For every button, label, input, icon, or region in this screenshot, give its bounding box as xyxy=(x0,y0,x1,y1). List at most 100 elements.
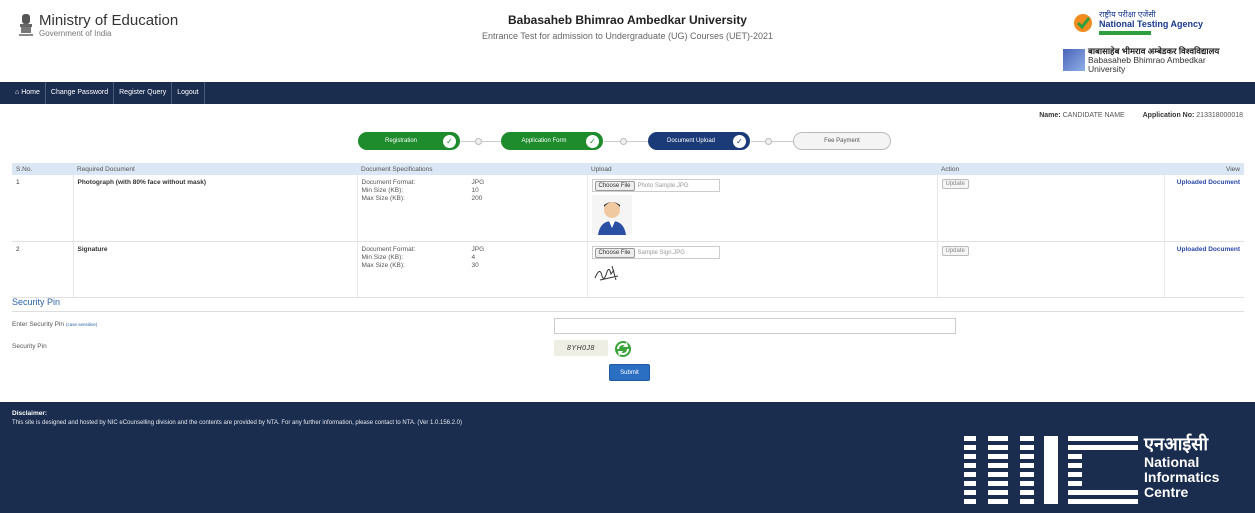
university-heading: Babasaheb Bhimrao Ambedkar University En… xyxy=(0,12,1255,43)
bbau-logo-icon xyxy=(1063,49,1085,71)
security-pin-input[interactable] xyxy=(554,318,956,334)
table-header-row: S.No. Required Document Document Specifi… xyxy=(12,163,1244,175)
step-application-form-label: Application Form xyxy=(521,138,567,144)
column-header-specifications: Document Specifications xyxy=(357,163,587,175)
row-specifications: Document Format: JPG Min Size (KB): 10 Max… xyxy=(356,175,587,242)
section-divider xyxy=(12,311,1244,312)
selected-file-name: Photo Sample.JPG xyxy=(637,182,689,189)
candidate-name-value: CANDIDATE NAME xyxy=(1062,112,1125,119)
nta-english-name: National Testing Agency xyxy=(1099,19,1204,29)
update-button[interactable]: Update xyxy=(941,246,969,256)
step-registration-label: Registration xyxy=(384,138,417,144)
step-document-upload-label: Document Upload xyxy=(666,138,716,144)
nta-tagline-bar xyxy=(1099,31,1151,35)
signature-file-input[interactable]: Choose File Sample Sign.JPG xyxy=(591,246,720,259)
column-header-upload: Upload xyxy=(587,163,937,175)
university-subtitle: Entrance Test for admission to Undergrad… xyxy=(482,31,773,41)
spec-key: Max Size (KB): xyxy=(361,262,405,269)
home-icon: ⌂ xyxy=(15,89,20,96)
nic-english-name: National Informatics Centre xyxy=(1144,455,1219,500)
step-document-upload[interactable]: Document Upload ✓ xyxy=(648,132,750,150)
photo-preview-icon xyxy=(591,195,632,235)
table-row: 1 Photograph (with 80% face without mask… xyxy=(12,175,1244,242)
row-upload: Choose File Photo Sample.JPG xyxy=(586,175,937,242)
column-header-view: View xyxy=(1164,163,1244,175)
column-header-document: Required Document xyxy=(73,163,357,175)
nta-check-logo-icon xyxy=(1074,13,1092,32)
spec-value: JPG xyxy=(471,179,485,186)
row-action: Update xyxy=(936,241,1164,298)
row-specifications: Document Format: JPG Min Size (KB): 4 Max … xyxy=(356,241,587,298)
spec-value: 10 xyxy=(471,187,479,194)
enter-security-pin-text: Enter Security Pin xyxy=(12,321,65,328)
column-header-action: Action xyxy=(937,163,1164,175)
candidate-name-label: Name: xyxy=(1039,112,1061,119)
table-row: 2 Signature Document Format: JPG Min Size… xyxy=(12,241,1244,298)
nav-home-label: Home xyxy=(21,89,40,96)
row-document-name: Photograph (with 80% face without mask) xyxy=(72,175,357,242)
disclaimer-title: Disclaimer: xyxy=(12,410,48,417)
stepper-dot xyxy=(765,138,772,145)
spec-value: 200 xyxy=(471,195,483,202)
captcha-image: 8YH0J8 xyxy=(554,340,608,356)
spec-key: Max Size (KB): xyxy=(361,195,405,202)
bbau-logo-block: बाबासाहेब भीमराव अम्बेडकर विश्वविद्यालय … xyxy=(1063,47,1219,74)
stepper-connector xyxy=(751,141,793,142)
case-sensitive-note: (case sensitive) xyxy=(66,322,98,327)
row-document-name: Signature xyxy=(72,241,357,298)
bbau-english-name-2: University xyxy=(1088,64,1126,74)
top-navigation: ⌂ Home Change Password Register Query Lo… xyxy=(0,82,1255,104)
spec-value: 30 xyxy=(471,262,479,269)
disclaimer-text: This site is designed and hosted by NIC … xyxy=(12,420,463,426)
submit-button[interactable]: Submit xyxy=(609,364,650,381)
nic-hindi-name: एनआईसी xyxy=(1144,434,1209,454)
nta-hindi-name: राष्ट्रीय परीक्षा एजेंसी xyxy=(1099,10,1156,19)
nav-logout[interactable]: Logout xyxy=(172,82,205,104)
step-application-form[interactable]: Application Form ✓ xyxy=(501,132,603,150)
photo-file-input[interactable]: Choose File Photo Sample.JPG xyxy=(591,179,720,192)
security-pin-label: Security Pin xyxy=(12,343,47,350)
update-button[interactable]: Update xyxy=(941,179,969,189)
page-footer: Disclaimer: This site is designed and ho… xyxy=(0,402,1255,513)
spec-key: Document Format: xyxy=(361,179,416,186)
check-icon: ✓ xyxy=(443,134,456,148)
row-sno: 1 xyxy=(12,175,73,242)
nav-change-password[interactable]: Change Password xyxy=(46,82,115,104)
nic-english-line-3: Centre xyxy=(1144,484,1189,500)
column-header-sno: S.No. xyxy=(12,163,73,175)
step-registration[interactable]: Registration ✓ xyxy=(358,132,460,150)
uploaded-document-link[interactable]: Uploaded Document xyxy=(1163,241,1244,298)
spec-value: 4 xyxy=(471,254,476,261)
step-fee-payment[interactable]: Fee Payment xyxy=(793,132,891,150)
nic-english-line-2: Informatics xyxy=(1144,469,1220,485)
spec-value: JPG xyxy=(471,246,485,253)
document-upload-table: S.No. Required Document Document Specifi… xyxy=(12,163,1244,298)
spec-key: Min Size (KB): xyxy=(361,187,404,194)
application-number-value: 213318000018 xyxy=(1196,112,1243,119)
choose-file-button[interactable]: Choose File xyxy=(594,180,635,191)
check-icon: ✓ xyxy=(586,134,599,148)
step-fee-payment-label: Fee Payment xyxy=(824,138,860,144)
row-action: Update xyxy=(936,175,1164,242)
check-icon: ✓ xyxy=(733,134,746,148)
choose-file-button[interactable]: Choose File xyxy=(594,247,635,258)
row-upload: Choose File Sample Sign.JPG xyxy=(586,241,937,298)
university-title: Babasaheb Bhimrao Ambedkar University xyxy=(508,13,747,27)
security-pin-title: Security Pin xyxy=(12,297,61,307)
spec-key: Min Size (KB): xyxy=(361,254,404,261)
signature-preview-icon xyxy=(594,265,618,281)
refresh-captcha-icon[interactable] xyxy=(614,340,632,358)
stepper-dot xyxy=(475,138,482,145)
nic-english-line-1: National xyxy=(1144,454,1200,470)
stepper-dot xyxy=(620,138,627,145)
nta-logo-block: राष्ट्रीय परीक्षा एजेंसी National Testin… xyxy=(1073,10,1203,35)
enter-security-pin-label: Enter Security Pin (case sensitive) xyxy=(12,321,97,328)
spec-key: Document Format: xyxy=(361,246,416,253)
nav-home[interactable]: ⌂ Home xyxy=(0,82,46,104)
nav-register-query[interactable]: Register Query xyxy=(114,82,173,104)
application-number-label: Application No: xyxy=(1142,112,1195,119)
uploaded-document-link[interactable]: Uploaded Document xyxy=(1163,175,1244,242)
page-header: Ministry of Education Government of Indi… xyxy=(0,0,1255,82)
selected-file-name: Sample Sign.JPG xyxy=(637,249,685,256)
row-sno: 2 xyxy=(12,241,73,298)
